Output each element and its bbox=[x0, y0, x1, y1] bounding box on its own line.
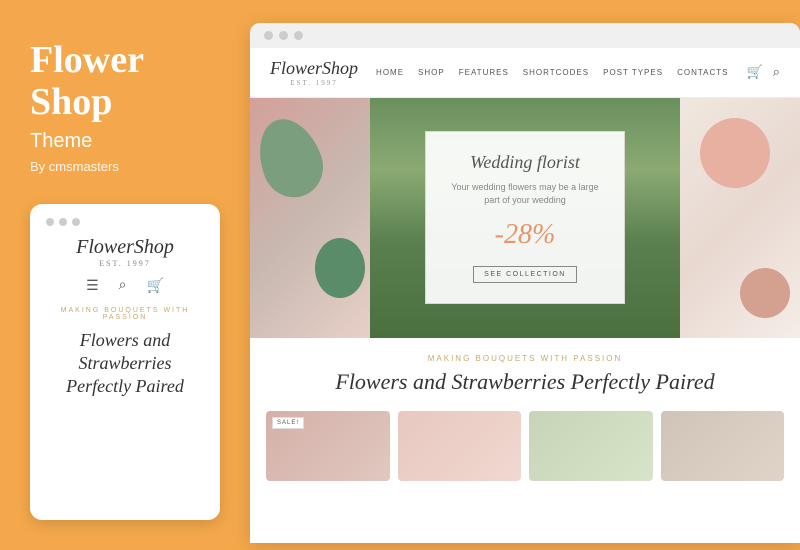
mobile-logo-sub: EST. 1997 bbox=[46, 259, 204, 268]
nav-home[interactable]: Home bbox=[376, 68, 404, 77]
nav-contacts[interactable]: Contacts bbox=[677, 68, 728, 77]
tagline-heading: Flowers and Strawberries Perfectly Paire… bbox=[270, 369, 780, 395]
see-collection-button[interactable]: SEE COLLECTION bbox=[473, 266, 577, 283]
nav-shop[interactable]: Shop bbox=[418, 68, 445, 77]
nav-shortcodes[interactable]: Shortcodes bbox=[523, 68, 589, 77]
menu-icon: ☰ bbox=[86, 278, 99, 295]
search-icon: ⌕ bbox=[119, 278, 127, 295]
mobile-dot-2 bbox=[59, 218, 67, 226]
theme-title: Flower Shop bbox=[30, 40, 220, 124]
browser-bar bbox=[250, 23, 800, 48]
left-panel: Flower Shop Theme By cmsmasters FlowerSh… bbox=[0, 0, 250, 550]
cart-icon: 🛒 bbox=[146, 278, 163, 295]
site-nav: FlowerShop EST. 1997 Home Shop Features … bbox=[250, 48, 800, 98]
search-nav-icon[interactable]: ⌕ bbox=[773, 64, 780, 80]
hero-center: Wedding florist Your wedding flowers may… bbox=[370, 98, 680, 338]
tagline-section: Making Bouquets With Passion Flowers and… bbox=[250, 338, 800, 403]
nav-features[interactable]: Features bbox=[459, 68, 509, 77]
mobile-dot-3 bbox=[72, 218, 80, 226]
browser-dot-3 bbox=[294, 31, 303, 40]
products-row: SALE! bbox=[250, 403, 800, 543]
mobile-logo: FlowerShop bbox=[46, 236, 204, 259]
browser-content: FlowerShop EST. 1997 Home Shop Features … bbox=[250, 48, 800, 543]
site-logo: FlowerShop bbox=[270, 58, 358, 79]
browser-dot-1 bbox=[264, 31, 273, 40]
hero-card-discount: -28% bbox=[451, 219, 599, 251]
mobile-dots bbox=[46, 218, 204, 226]
product-thumb-1[interactable]: SALE! bbox=[266, 411, 390, 481]
browser-panel: FlowerShop EST. 1997 Home Shop Features … bbox=[250, 23, 800, 543]
hero-image-right bbox=[680, 98, 800, 338]
site-logo-sub: EST. 1997 bbox=[270, 79, 358, 87]
theme-author: By cmsmasters bbox=[30, 159, 220, 174]
theme-subtitle: Theme bbox=[30, 130, 220, 153]
mobile-tagline: Making Bouquets With Passion bbox=[46, 307, 204, 321]
mobile-logo-area: FlowerShop EST. 1997 bbox=[46, 236, 204, 268]
product-thumb-3[interactable] bbox=[529, 411, 653, 481]
cart-nav-icon[interactable]: 🛒 bbox=[747, 64, 763, 80]
browser-dot-2 bbox=[279, 31, 288, 40]
site-logo-area: FlowerShop EST. 1997 bbox=[270, 58, 358, 87]
nav-post-types[interactable]: Post Types bbox=[603, 68, 663, 77]
hero-section: Wedding florist Your wedding flowers may… bbox=[250, 98, 800, 338]
sale-badge-1: SALE! bbox=[272, 417, 304, 429]
product-thumb-4[interactable] bbox=[661, 411, 785, 481]
tagline-small: Making Bouquets With Passion bbox=[270, 354, 780, 363]
nav-icons: 🛒 ⌕ bbox=[747, 64, 780, 80]
nav-links: Home Shop Features Shortcodes Post Types… bbox=[376, 68, 728, 77]
product-thumb-2[interactable] bbox=[398, 411, 522, 481]
hero-card: Wedding florist Your wedding flowers may… bbox=[425, 131, 625, 303]
hero-card-desc: Your wedding flowers may be a large part… bbox=[451, 181, 599, 206]
mobile-preview-card: FlowerShop EST. 1997 ☰ ⌕ 🛒 Making Bouque… bbox=[30, 204, 220, 520]
mobile-icon-row: ☰ ⌕ 🛒 bbox=[46, 278, 204, 295]
mobile-dot-1 bbox=[46, 218, 54, 226]
mobile-heading: Flowers and Strawberries Perfectly Paire… bbox=[46, 329, 204, 399]
hero-card-title: Wedding florist bbox=[451, 152, 599, 173]
hero-image-left bbox=[250, 98, 370, 338]
